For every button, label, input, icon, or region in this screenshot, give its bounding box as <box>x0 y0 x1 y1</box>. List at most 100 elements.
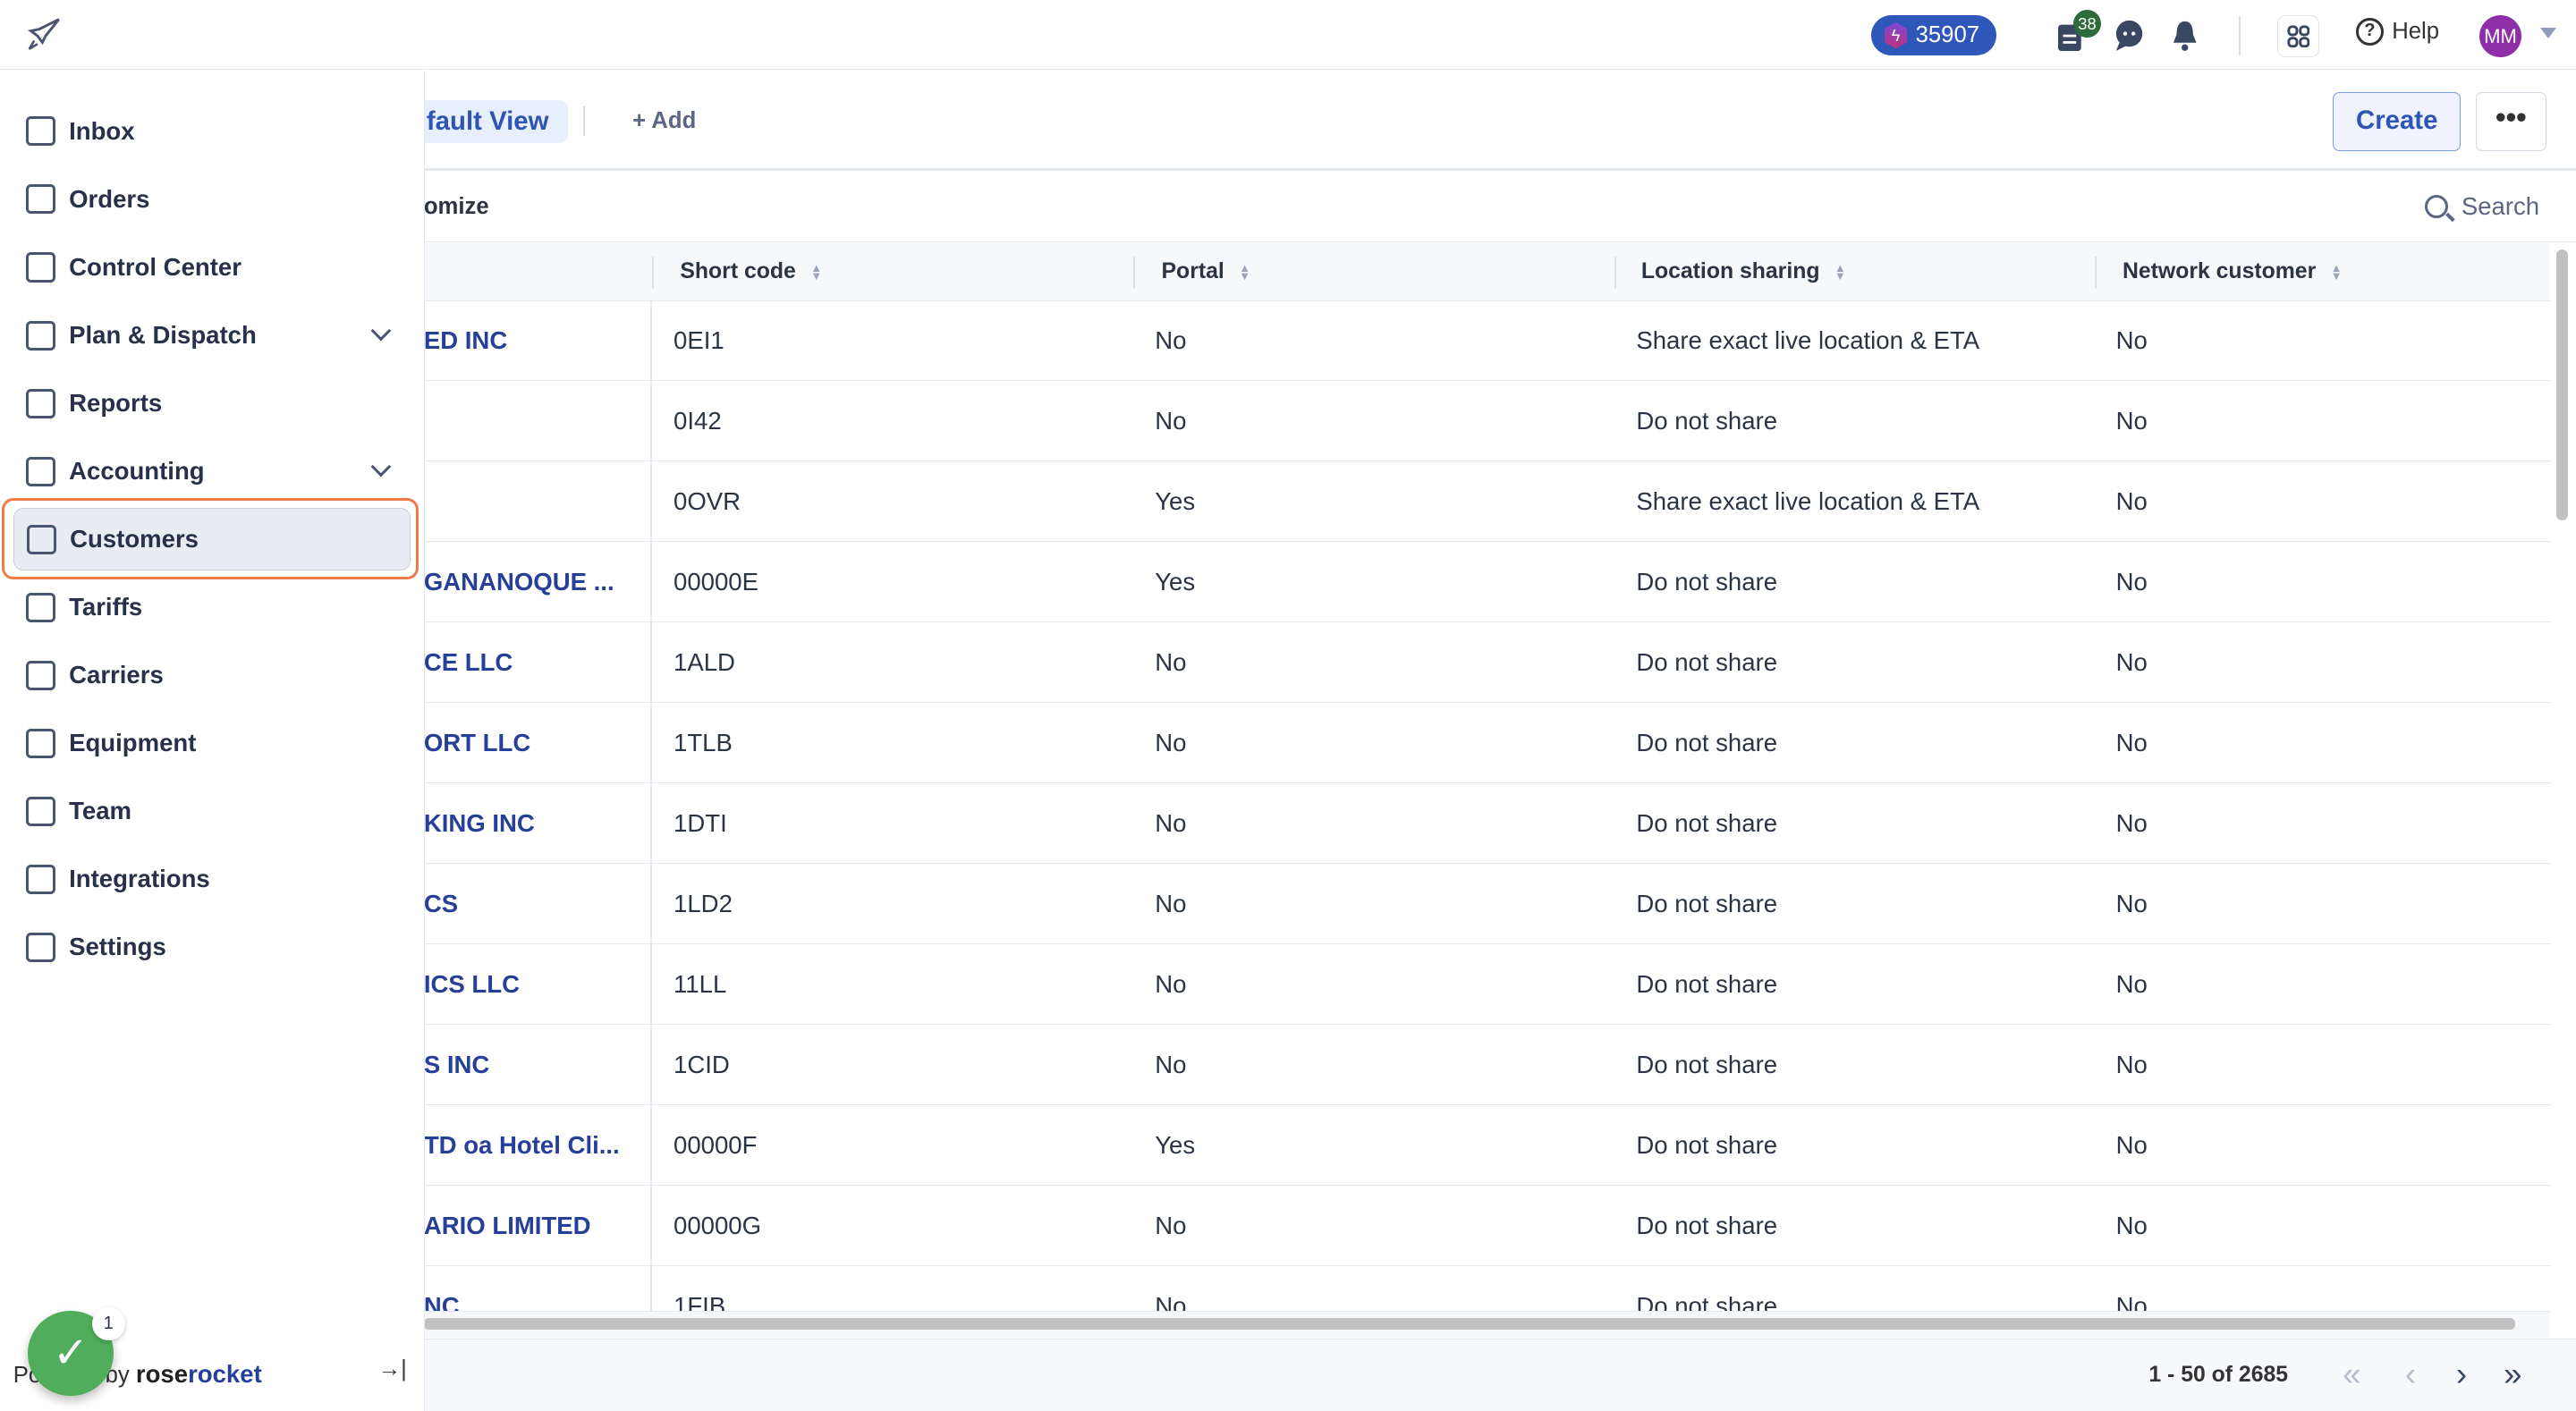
network-customer-cell: No <box>2115 1051 2148 1079</box>
prev-page-icon[interactable]: ‹ <box>2405 1356 2416 1393</box>
customer-name-link[interactable]: NC <box>424 1266 460 1311</box>
sidebar-item-label: Settings <box>69 933 166 961</box>
network-customer-cell: No <box>2115 729 2148 757</box>
sidebar-item-equipment[interactable]: Equipment <box>13 712 411 774</box>
sidebar-item-team[interactable]: Team <box>13 780 411 842</box>
next-page-icon[interactable]: › <box>2456 1356 2467 1393</box>
roserocket-logo: roserocket <box>135 1359 262 1388</box>
column-header[interactable]: Portal ▲ ▼ <box>1162 243 1250 300</box>
customer-name-link[interactable]: TD oa Hotel Cli... <box>424 1105 620 1186</box>
bell-icon[interactable] <box>2172 20 2198 51</box>
table-row[interactable]: ORT LLC 1TLB No Do not share No <box>423 703 2550 784</box>
customer-name-link[interactable]: ARIO LIMITED <box>424 1186 591 1266</box>
avatar[interactable]: MM <box>2479 14 2522 58</box>
column-header[interactable]: Network customer ▲ ▼ <box>2123 243 2342 300</box>
create-button[interactable]: Create <box>2333 91 2462 151</box>
location-sharing-cell: Do not share <box>1636 1051 1778 1079</box>
customer-name-link[interactable]: GANANOQUE ... <box>424 542 614 622</box>
sort-icon[interactable]: ▲ ▼ <box>2331 262 2343 282</box>
column-divider <box>650 622 653 704</box>
sidebar-item-carriers[interactable]: Carriers <box>13 644 411 706</box>
portal-cell: No <box>1155 1212 1187 1240</box>
chevron-down-icon[interactable] <box>370 456 391 477</box>
table-row[interactable]: ICS LLC 11LL No Do not share No <box>423 944 2550 1026</box>
short-code-cell: 1ALD <box>674 648 735 677</box>
portal-cell: No <box>1155 326 1187 355</box>
sort-icon[interactable]: ▲ ▼ <box>1835 262 1846 282</box>
customer-name-link[interactable]: CE LLC <box>424 622 513 703</box>
location-sharing-cell: Do not share <box>1636 648 1778 677</box>
chat-icon[interactable] <box>2114 20 2144 51</box>
tasks-count-badge: 38 <box>2072 10 2102 38</box>
table-row[interactable]: TD oa Hotel Cli... 00000F Yes Do not share N… <box>423 1105 2550 1187</box>
rocket-logo-icon[interactable] <box>26 16 62 52</box>
location-sharing-cell: Do not share <box>1636 970 1778 999</box>
network-customer-cell: No <box>2115 1212 2148 1240</box>
sidebar-item-integrations[interactable]: Integrations <box>13 848 411 910</box>
location-sharing-cell: Do not share <box>1636 1212 1778 1240</box>
short-code-cell: 00000G <box>674 1212 762 1240</box>
network-customer-cell: No <box>2115 1131 2148 1160</box>
collapse-sidebar-icon[interactable]: →| <box>377 1356 406 1382</box>
horizontal-scrollbar[interactable] <box>423 1310 2550 1339</box>
table-row[interactable]: 0I42 No Do not share No <box>423 381 2550 462</box>
short-code-cell: 00000F <box>674 1131 758 1160</box>
table-row[interactable]: 0OVR Yes Share exact live location & ETA No <box>423 461 2550 543</box>
vertical-scrollbar[interactable] <box>2551 243 2576 1311</box>
table-row[interactable]: ARIO LIMITED 00000G No Do not share No <box>423 1186 2550 1267</box>
sort-icon[interactable]: ▲ ▼ <box>1239 262 1250 282</box>
sidebar-item-label: Orders <box>69 184 150 213</box>
caret-down-icon[interactable] <box>2539 28 2556 38</box>
customer-name-link[interactable]: CS <box>424 864 458 944</box>
more-options-button[interactable]: ••• <box>2475 91 2546 151</box>
customer-name-link[interactable]: KING INC <box>424 783 535 864</box>
first-page-icon[interactable]: « <box>2343 1356 2360 1393</box>
sidebar-item-inbox[interactable]: Inbox <box>13 100 411 163</box>
truck-icon <box>26 660 56 690</box>
table-row[interactable]: KING INC 1DTI No Do not share No <box>423 783 2550 865</box>
sort-icon[interactable]: ▲ ▼ <box>810 262 822 282</box>
tariffs-icon <box>26 592 56 622</box>
customers-icon <box>27 524 57 554</box>
sidebar-item-reports[interactable]: Reports <box>13 372 411 435</box>
tab-default-view[interactable]: fault View <box>407 100 569 143</box>
customer-name-link[interactable]: S INC <box>424 1025 489 1105</box>
portal-cell: No <box>1155 1051 1187 1079</box>
sidebar-item-accounting[interactable]: Accounting <box>13 440 411 503</box>
inbox-icon <box>26 116 56 147</box>
table-row[interactable]: GANANOQUE ... 00000E Yes Do not share No <box>423 542 2550 623</box>
table-row[interactable]: CE LLC 1ALD No Do not share No <box>423 622 2550 704</box>
lightning-icon: ϟ <box>1884 21 1908 49</box>
table-row[interactable]: CS 1LD2 No Do not share No <box>423 864 2550 945</box>
sidebar-item-tariffs[interactable]: Tariffs <box>13 576 411 638</box>
table-row[interactable]: ED INC 0EI1 No Share exact live location & … <box>423 300 2550 382</box>
column-header[interactable]: Short code ▲ ▼ <box>680 243 822 300</box>
sidebar-item-label: Team <box>69 797 132 825</box>
sidebar-item-plan-dispatch[interactable]: Plan & Dispatch <box>13 304 411 367</box>
sidebar-item-settings[interactable]: Settings <box>13 917 411 979</box>
question-icon: ? <box>2355 18 2385 46</box>
table-row[interactable]: NC 1FIB No Do not share No <box>424 1266 2550 1311</box>
location-sharing-cell: Do not share <box>1636 1292 1778 1311</box>
table-row[interactable]: S INC 1CID No Do not share No <box>423 1025 2550 1106</box>
customize-button[interactable]: omize <box>424 194 489 220</box>
help-button[interactable]: ? Help <box>2355 18 2439 46</box>
customer-name-link[interactable]: ORT LLC <box>424 703 530 783</box>
last-page-icon[interactable]: » <box>2504 1356 2521 1393</box>
chevron-down-icon[interactable] <box>370 320 391 342</box>
column-divider <box>650 864 653 945</box>
search-button[interactable]: Search <box>2424 192 2539 221</box>
sidebar-item-orders[interactable]: Orders <box>13 168 411 231</box>
column-divider <box>1133 256 1136 290</box>
customer-name-link[interactable]: ICS LLC <box>424 944 520 1025</box>
add-view-button[interactable]: + Add <box>632 108 696 134</box>
scrollbar-thumb[interactable] <box>2555 249 2568 521</box>
column-header[interactable]: Location sharing ▲ ▼ <box>1641 243 1846 300</box>
points-badge[interactable]: ϟ 35907 <box>1871 14 1996 56</box>
apps-grid-button[interactable] <box>2276 14 2320 58</box>
customer-name-link[interactable]: ED INC <box>424 300 507 381</box>
column-divider <box>650 1266 653 1311</box>
sidebar-item-customers[interactable]: Customers <box>13 508 411 571</box>
scrollbar-thumb[interactable] <box>423 1318 2515 1330</box>
sidebar-item-control-center[interactable]: Control Center <box>13 236 411 299</box>
